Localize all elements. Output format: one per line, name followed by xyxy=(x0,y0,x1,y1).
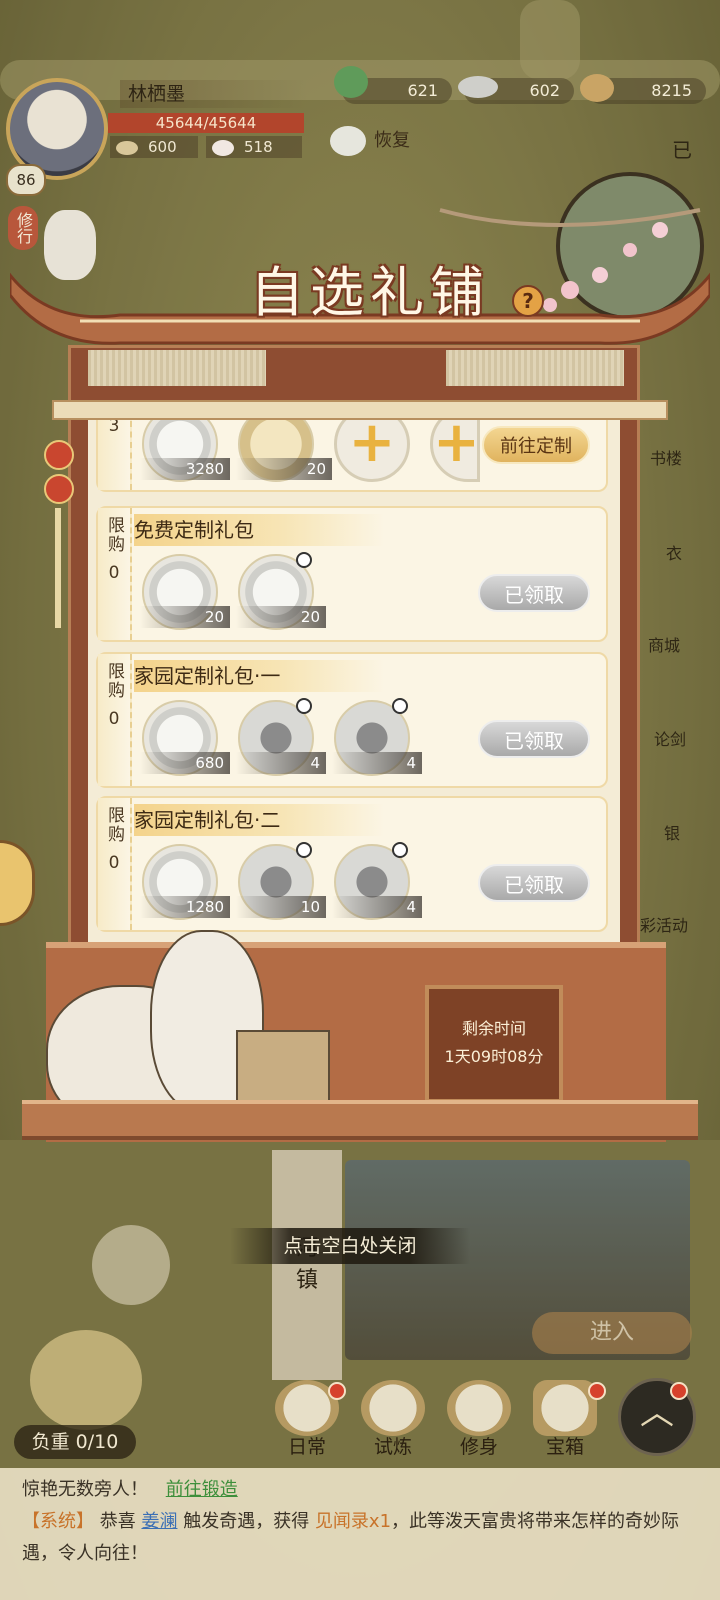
customize-button[interactable]: 前往定制 xyxy=(482,426,590,464)
item-qty: 1280 xyxy=(140,896,230,918)
nav-label: 试炼 xyxy=(373,1436,412,1458)
gourd-icon xyxy=(330,126,366,156)
shop-beam xyxy=(52,400,668,420)
deck-floor xyxy=(22,1100,698,1140)
item-qty: 20 xyxy=(140,606,230,628)
claimed-button[interactable]: 已领取 xyxy=(478,574,590,612)
side-nav-clothes[interactable]: 衣 xyxy=(666,540,682,564)
item-qty: 10 xyxy=(236,896,326,918)
notification-dot xyxy=(588,1382,606,1400)
treasure-chest-prop xyxy=(236,1030,330,1104)
chat-log[interactable]: 惊艳无数旁人！ 前往锻造 【系统】 恭喜 姜澜 触发奇遇，获得 见闻录x1，此等… xyxy=(0,1468,720,1600)
shop-title: 自选礼铺 xyxy=(250,261,490,324)
shop-blind-left xyxy=(88,350,266,386)
limit-label: 限购 xyxy=(104,516,124,554)
question-mark-icon[interactable]: ? xyxy=(512,285,544,317)
side-nav-bank[interactable]: 银 xyxy=(664,820,680,844)
trial-icon xyxy=(361,1380,425,1436)
refresh-icon xyxy=(296,842,312,858)
chat-text: 惊艳无数旁人！ xyxy=(22,1479,148,1500)
nav-label: 日常 xyxy=(287,1436,326,1458)
silver-value: 602 xyxy=(529,81,560,100)
side-nav-mall[interactable]: 商城 xyxy=(648,632,680,656)
pack-card: 限购 0 家园定制礼包·二 1280 10 4 已领取 xyxy=(96,796,608,932)
notification-dot xyxy=(328,1382,346,1400)
chat-text: 触发奇遇，获得 xyxy=(183,1511,310,1532)
limit-count: 0 xyxy=(108,563,120,583)
right-top-label: 已 xyxy=(672,138,692,162)
side-nav-events[interactable]: 彩活动 xyxy=(640,912,688,936)
remaining-time-board: 剩余时间 1天09时08分 xyxy=(425,985,563,1103)
pack-limit: 限购 0 xyxy=(98,798,132,930)
forge-link[interactable]: 前往锻造 xyxy=(166,1479,238,1500)
stat-a-value: 600 xyxy=(148,138,177,156)
cultivate-tag[interactable]: 修行 xyxy=(8,206,38,250)
player-name: 林栖墨 xyxy=(120,80,308,108)
side-nav-duel[interactable]: 论剑 xyxy=(654,726,686,750)
cabbage-value: 621 xyxy=(407,81,438,100)
stat-b: 518 xyxy=(206,136,302,158)
item-qty: 4 xyxy=(332,896,422,918)
nav-daily[interactable]: 日常 xyxy=(272,1380,346,1460)
refresh-icon xyxy=(392,842,408,858)
claimed-button[interactable]: 已领取 xyxy=(478,720,590,758)
load-indicator: 负重 0/10 xyxy=(14,1425,136,1459)
pack-title: 家园定制礼包·二 xyxy=(134,804,384,836)
limit-count: 0 xyxy=(108,709,120,729)
chat-text: 恭喜 xyxy=(99,1511,136,1532)
refresh-icon xyxy=(296,552,312,568)
pack-limit: 限购 0 xyxy=(98,654,132,786)
limit-label: 限购 xyxy=(104,662,124,700)
cultivate-icon xyxy=(447,1380,511,1436)
refresh-icon xyxy=(296,698,312,714)
chat-line-2: 【系统】 恭喜 姜澜 触发奇遇，获得 见闻录x1，此等泼天富贵将带来怎样的奇妙际… xyxy=(22,1506,698,1570)
timer-label: 剩余时间 xyxy=(461,1019,526,1038)
cart-icon[interactable] xyxy=(30,1330,142,1430)
nav-trial[interactable]: 试炼 xyxy=(358,1380,428,1460)
item-qty: 680 xyxy=(140,752,230,774)
limit-count: 0 xyxy=(108,853,120,873)
chat-line-1: 惊艳无数旁人！ 前往锻造 xyxy=(22,1474,698,1506)
cabbage-icon xyxy=(334,66,368,98)
nav-treasure[interactable]: 宝箱 xyxy=(530,1380,606,1460)
item-link[interactable]: 见闻录x1 xyxy=(315,1511,391,1532)
stat-b-value: 518 xyxy=(244,138,273,156)
pack-card: 限购 0 免费定制礼包 20 20 已领取 xyxy=(96,506,608,642)
item-qty: 4 xyxy=(332,752,422,774)
pack-card: 限购 0 家园定制礼包·一 680 4 4 已领取 xyxy=(96,652,608,788)
claimed-button[interactable]: 已领取 xyxy=(478,864,590,902)
player-link[interactable]: 姜澜 xyxy=(141,1511,177,1532)
nav-label: 宝箱 xyxy=(545,1436,584,1458)
recover-label: 恢复 xyxy=(374,130,410,151)
coin-string-icon xyxy=(580,74,614,102)
bowl-icon xyxy=(116,140,138,155)
stat-a: 600 xyxy=(110,136,198,158)
shop-blind-right xyxy=(446,350,624,386)
limit-label: 限购 xyxy=(104,806,124,844)
notification-dot xyxy=(670,1382,688,1400)
dumpling-icon xyxy=(212,139,234,156)
pack-title: 免费定制礼包 xyxy=(134,514,384,546)
nav-label: 修身 xyxy=(459,1436,498,1458)
player-hp-bar: 45644/45644 xyxy=(108,113,304,133)
side-nav-bookhouse[interactable]: 书楼 xyxy=(650,445,682,469)
close-hint: 点击空白处关闭 xyxy=(230,1228,470,1264)
coins-value: 8215 xyxy=(651,81,692,100)
recover-button[interactable]: 恢复 xyxy=(330,122,430,160)
nav-cultivate[interactable]: 修身 xyxy=(444,1380,514,1460)
timer-value: 1天09时08分 xyxy=(444,1047,544,1066)
hanging-tassel-ornament xyxy=(44,440,74,640)
item-qty: 4 xyxy=(236,752,326,774)
system-tag: 【系统】 xyxy=(22,1511,94,1532)
item-qty: 20 xyxy=(236,606,326,628)
pack-title: 家园定制礼包·一 xyxy=(134,660,384,692)
pack-limit: 限购 0 xyxy=(98,508,132,640)
item-qty: 20 xyxy=(236,458,332,480)
item-qty: 3280 xyxy=(140,458,230,480)
refresh-icon xyxy=(392,698,408,714)
silver-ingot-icon xyxy=(458,76,498,98)
player-level: 86 xyxy=(6,164,46,196)
crane-icon[interactable] xyxy=(92,1225,170,1305)
